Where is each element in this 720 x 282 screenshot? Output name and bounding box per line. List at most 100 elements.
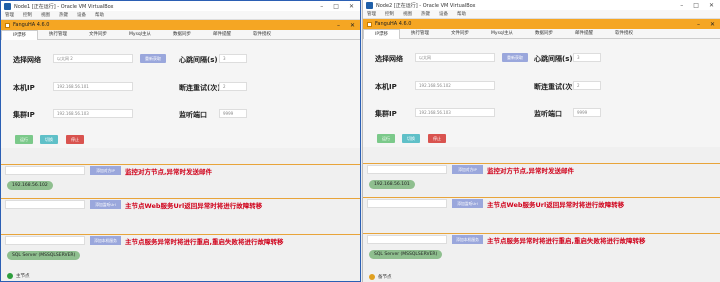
tab[interactable]: 软件授权 <box>242 30 282 40</box>
cluster-ip-input[interactable]: 192.168.56.103 <box>415 108 495 117</box>
menu-item[interactable]: 帮助 <box>457 11 466 17</box>
vm-menubar: 管理 控制 视图 热键 设备 帮助 <box>363 10 720 19</box>
port-input[interactable]: 9999 <box>573 108 601 117</box>
section-add-button[interactable]: 添加对方IP <box>452 165 483 174</box>
section-add-button[interactable]: 添加本机服务 <box>90 236 121 245</box>
section-input[interactable] <box>367 235 447 244</box>
menu-item[interactable]: 设备 <box>77 12 86 18</box>
tab[interactable]: 文件同步 <box>78 30 118 40</box>
status-bar: 主节点 <box>1 271 360 281</box>
local-ip-input[interactable]: 192.168.56.101 <box>53 82 133 91</box>
section-description: 监控对方节点,异常时发送邮件 <box>125 168 212 176</box>
menu-item[interactable]: 帮助 <box>95 12 104 18</box>
minimize-icon[interactable]: – <box>680 2 683 9</box>
run-button[interactable]: 运行 <box>377 134 395 143</box>
menu-item[interactable]: 设备 <box>439 11 448 17</box>
minimize-icon[interactable]: – <box>320 3 323 10</box>
menu-item[interactable]: 热键 <box>421 11 430 17</box>
section-add-button[interactable]: 添加监听Url <box>90 200 121 209</box>
menu-item[interactable]: 控制 <box>23 12 32 18</box>
vm-window: Node2 [正在运行] - Oracle VM VirtualBox – □ ✕ … <box>362 0 720 282</box>
node-role-text: 备节点 <box>378 275 392 280</box>
section-add-button[interactable]: 添加监听Url <box>452 199 483 208</box>
port-input[interactable]: 9999 <box>219 109 247 118</box>
close-icon[interactable]: ✕ <box>349 3 354 10</box>
virtualbox-icon <box>366 1 373 9</box>
status-dot-icon <box>369 274 375 280</box>
ip-config-form: 选择网络 以太网 2 重新获取 心跳间隔(s) 3 本机IP 192.168.5… <box>1 40 360 148</box>
cluster-ip-input[interactable]: 192.168.56.103 <box>53 109 133 118</box>
maximize-icon[interactable]: □ <box>333 3 339 10</box>
list-item-pill[interactable]: 192.168.56.102 <box>7 181 53 190</box>
network-select[interactable]: 以太网 2 <box>53 54 133 63</box>
retry-input[interactable]: 2 <box>219 82 247 91</box>
heartbeat-input[interactable]: 3 <box>573 53 601 62</box>
tab-bar: IP漂移 执行管理 文件同步 Mysql主从 数据同步 邮件提醒 软件授权 <box>363 28 720 39</box>
close-icon[interactable]: ✕ <box>710 21 715 28</box>
app-title: FanguHA 4.6.0 <box>13 22 50 28</box>
list-item-pill[interactable]: 192.168.56.101 <box>369 180 415 189</box>
section-input[interactable] <box>5 236 85 245</box>
section-add-button[interactable]: 添加本机服务 <box>452 235 483 244</box>
switch-button[interactable]: 切换 <box>40 135 58 144</box>
network-select[interactable]: 以太网 <box>415 53 495 62</box>
menu-item[interactable]: 控制 <box>385 11 394 17</box>
tab[interactable]: Mysql主从 <box>480 29 524 39</box>
minimize-icon[interactable]: – <box>337 22 340 29</box>
tab[interactable]: 执行管理 <box>400 29 440 39</box>
switch-button[interactable]: 切换 <box>402 134 420 143</box>
tab[interactable]: 邮件提醒 <box>202 30 242 40</box>
tab[interactable]: 文件同步 <box>440 29 480 39</box>
refresh-network-button[interactable]: 重新获取 <box>502 53 528 62</box>
maximize-icon[interactable]: □ <box>693 2 699 9</box>
menu-item[interactable]: 管理 <box>5 12 14 18</box>
section-input[interactable] <box>5 200 85 209</box>
tab[interactable]: 软件授权 <box>604 29 644 39</box>
close-icon[interactable]: ✕ <box>709 2 714 9</box>
heartbeat-input[interactable]: 3 <box>219 54 247 63</box>
local-ip-label: 本机IP <box>375 83 397 91</box>
heartbeat-label: 心跳间隔(s) <box>179 56 218 64</box>
vm-title: Node1 [正在运行] - Oracle VM VirtualBox <box>14 3 114 10</box>
section-description: 主节点Web服务Url返回异常时将进行故障转移 <box>487 201 625 209</box>
run-button[interactable]: 运行 <box>15 135 33 144</box>
close-icon[interactable]: ✕ <box>350 22 355 29</box>
section-add-button[interactable]: 添加对方IP <box>90 166 121 175</box>
tab[interactable]: 数据同步 <box>524 29 564 39</box>
vm-titlebar: Node1 [正在运行] - Oracle VM VirtualBox – □ ✕ <box>1 1 360 11</box>
tab[interactable]: 邮件提醒 <box>564 29 604 39</box>
stop-button[interactable]: 停止 <box>66 135 84 144</box>
local-ip-input[interactable]: 192.168.56.102 <box>415 81 495 90</box>
menu-item[interactable]: 视图 <box>403 11 412 17</box>
app-title: FanguHA 4.6.0 <box>375 21 412 27</box>
section-input[interactable] <box>5 166 85 175</box>
refresh-network-button[interactable]: 重新获取 <box>140 54 166 63</box>
network-label: 选择网络 <box>13 56 41 64</box>
cluster-ip-label: 集群IP <box>13 111 35 119</box>
minimize-icon[interactable]: – <box>697 21 700 28</box>
section-input[interactable] <box>367 165 447 174</box>
list-item-pill[interactable]: SQL Server (MSSQLSERVER) <box>7 251 81 260</box>
section-description: 主节点Web服务Url返回异常时将进行故障转移 <box>125 202 263 210</box>
local-ip-label: 本机IP <box>13 84 35 92</box>
retry-input[interactable]: 2 <box>573 81 601 90</box>
vm-window: Node1 [正在运行] - Oracle VM VirtualBox – □ ✕ … <box>0 0 361 282</box>
tab[interactable]: 数据同步 <box>162 30 202 40</box>
section-input[interactable] <box>367 199 447 208</box>
app-icon <box>367 21 372 27</box>
tab[interactable]: Mysql主从 <box>118 30 162 40</box>
stop-button[interactable]: 停止 <box>428 134 446 143</box>
retry-label: 断连重试(次) <box>179 84 221 92</box>
menu-item[interactable]: 热键 <box>59 12 68 18</box>
menu-item[interactable]: 视图 <box>41 12 50 18</box>
tab[interactable]: IP漂移 <box>1 29 39 40</box>
section-divider <box>1 164 360 165</box>
tab[interactable]: IP漂移 <box>363 28 401 39</box>
list-item-pill[interactable]: SQL Server (MSSQLSERVER) <box>369 250 443 259</box>
section-description: 主节点服务异常时将进行重启,重启失败将进行故障转移 <box>125 238 284 246</box>
section-description: 主节点服务异常时将进行重启,重启失败将进行故障转移 <box>487 237 646 245</box>
section-divider <box>363 197 720 198</box>
tab[interactable]: 执行管理 <box>38 30 78 40</box>
section-divider <box>363 233 720 234</box>
menu-item[interactable]: 管理 <box>367 11 376 17</box>
